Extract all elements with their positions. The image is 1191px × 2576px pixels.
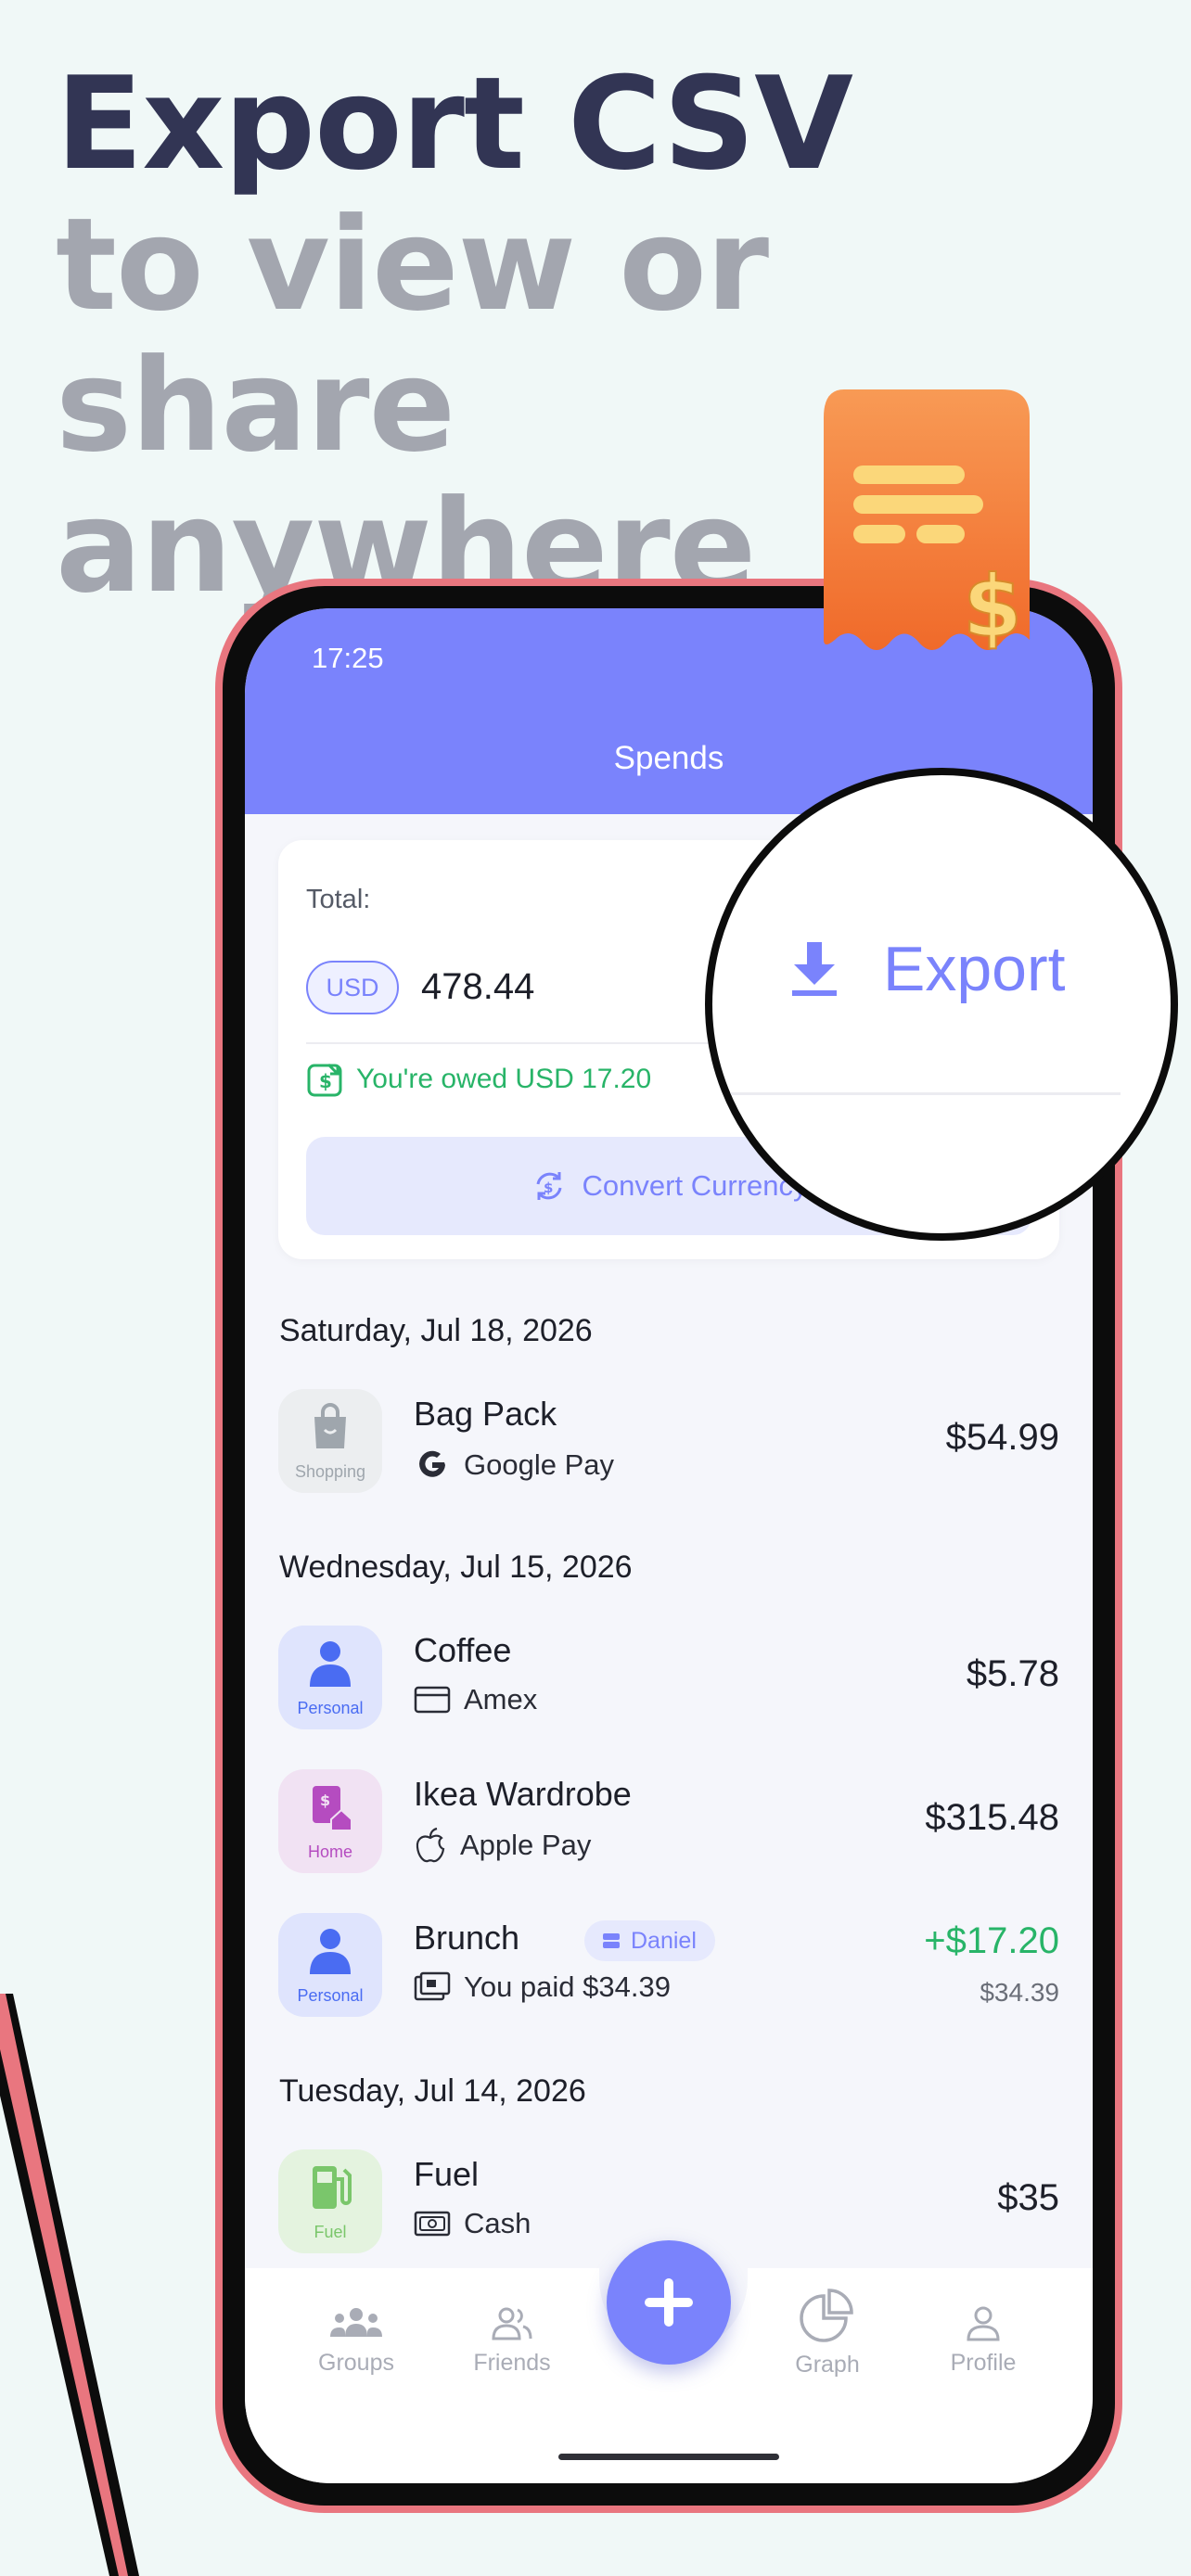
group-tag[interactable]: Daniel — [584, 1920, 715, 1961]
date-header: Wednesday, Jul 15, 2026 — [279, 1549, 633, 1585]
fuel-pump-icon — [313, 2166, 352, 2209]
currency-convert-icon: $ — [536, 1172, 562, 1200]
owed-status: $ You're owed USD 17.20 — [306, 1061, 651, 1098]
groups-icon — [330, 2308, 382, 2337]
plus-icon — [645, 2278, 693, 2327]
transaction-name: Brunch — [414, 1919, 520, 1957]
profile-icon — [967, 2306, 1000, 2341]
google-icon — [419, 1450, 445, 1477]
status-time: 17:25 — [312, 642, 384, 674]
card-icon — [414, 1686, 451, 1714]
transaction-row[interactable]: $ Home Ikea Wardrobe Apple Pay $315.48 — [278, 1769, 1059, 1873]
transaction-amount: $315.48 — [925, 1797, 1059, 1838]
transaction-amount: $5.78 — [966, 1653, 1059, 1694]
payment-method-label: You paid $34.39 — [464, 1970, 671, 2003]
category-badge: Personal — [278, 1626, 382, 1729]
category-badge: Personal — [278, 1913, 382, 2017]
add-expense-button[interactable] — [607, 2240, 731, 2365]
payment-method-label: Cash — [464, 2207, 531, 2239]
date-header: Saturday, Jul 18, 2026 — [279, 1313, 593, 1348]
category-label: Personal — [297, 1986, 364, 2005]
transaction-amount: $35 — [997, 2177, 1059, 2218]
transaction-name: Ikea Wardrobe — [414, 1775, 632, 1813]
person-icon — [310, 1929, 351, 1974]
friends-icon — [492, 2307, 532, 2340]
money-return-icon: $ — [307, 1063, 342, 1097]
transaction-row[interactable]: Personal Brunch Daniel You paid $34.39 +… — [278, 1913, 1059, 2017]
category-label: Personal — [297, 1699, 364, 1717]
category-label: Fuel — [314, 2223, 347, 2241]
group-tag-icon — [603, 1933, 620, 1948]
download-icon — [792, 942, 837, 996]
shopping-bag-icon — [314, 1403, 346, 1448]
decorative-stroke — [0, 1994, 139, 2576]
headline-line-1: Export CSV — [56, 49, 853, 198]
svg-text:$: $ — [319, 1070, 332, 1092]
transaction-row[interactable]: Fuel Fuel Cash $35 — [278, 2149, 1059, 2253]
transaction-amount: $54.99 — [945, 1417, 1059, 1458]
payment-method: Amex — [414, 1683, 537, 1716]
tab-label: Profile — [950, 2350, 1017, 2376]
pie-chart-icon — [800, 2289, 853, 2342]
category-badge: $ Home — [278, 1769, 382, 1873]
export-label: Export — [883, 934, 1066, 1004]
apple-icon — [416, 1827, 445, 1863]
tab-label: Graph — [795, 2352, 860, 2378]
payment-method: Apple Pay — [414, 1827, 591, 1864]
svg-text:$: $ — [544, 1180, 553, 1196]
category-label: Shopping — [294, 1462, 366, 1481]
transaction-name: Coffee — [414, 1631, 512, 1669]
payment-method-label: Amex — [464, 1683, 538, 1715]
payment-method: Google Pay — [414, 1447, 614, 1484]
tab-groups[interactable]: Groups — [291, 2305, 421, 2377]
transaction-name: Fuel — [414, 2155, 480, 2193]
home-bill-icon: $ — [313, 1786, 352, 1831]
svg-text:$: $ — [963, 557, 1022, 657]
cash-icon — [414, 2211, 451, 2237]
tab-graph[interactable]: Graph — [762, 2289, 892, 2378]
tab-label: Friends — [473, 2350, 551, 2376]
category-label: Home — [307, 1843, 352, 1861]
convert-currency-label: Convert Currency — [582, 1169, 808, 1202]
transaction-row[interactable]: Shopping Bag Pack Google Pay $54.99 — [278, 1389, 1059, 1493]
date-header: Tuesday, Jul 14, 2026 — [279, 2073, 586, 2109]
transaction-row[interactable]: Personal Coffee Amex $5.78 — [278, 1626, 1059, 1729]
group-tag-label: Daniel — [631, 1927, 697, 1954]
cash-register-icon — [414, 1971, 451, 2001]
transaction-paid-amount: $34.39 — [980, 1978, 1059, 2007]
owed-text: You're owed USD 17.20 — [356, 1064, 652, 1094]
category-badge: Shopping — [278, 1389, 382, 1493]
payment-method: Cash — [414, 2207, 531, 2240]
export-magnifier: Export — [705, 768, 1178, 1241]
payment-method: You paid $34.39 — [414, 1970, 671, 2004]
currency-pill[interactable]: USD — [306, 961, 399, 1014]
payment-method-label: Google Pay — [464, 1448, 614, 1481]
tab-label: Groups — [318, 2350, 394, 2376]
tab-friends[interactable]: Friends — [447, 2305, 577, 2377]
transaction-name: Bag Pack — [414, 1395, 557, 1433]
svg-text:$: $ — [320, 1792, 330, 1809]
tab-profile[interactable]: Profile — [918, 2305, 1048, 2377]
person-icon — [310, 1641, 351, 1687]
total-label: Total: — [306, 885, 371, 914]
magnifier-divider — [712, 1092, 1121, 1095]
total-value: 478.44 — [421, 966, 535, 1007]
category-badge: Fuel — [278, 2149, 382, 2253]
transaction-amount: +$17.20 — [924, 1920, 1059, 1961]
home-indicator — [558, 2454, 779, 2460]
payment-method-label: Apple Pay — [460, 1829, 592, 1861]
receipt-icon: $ — [824, 389, 1030, 657]
export-button[interactable]: Export — [788, 933, 1066, 1005]
